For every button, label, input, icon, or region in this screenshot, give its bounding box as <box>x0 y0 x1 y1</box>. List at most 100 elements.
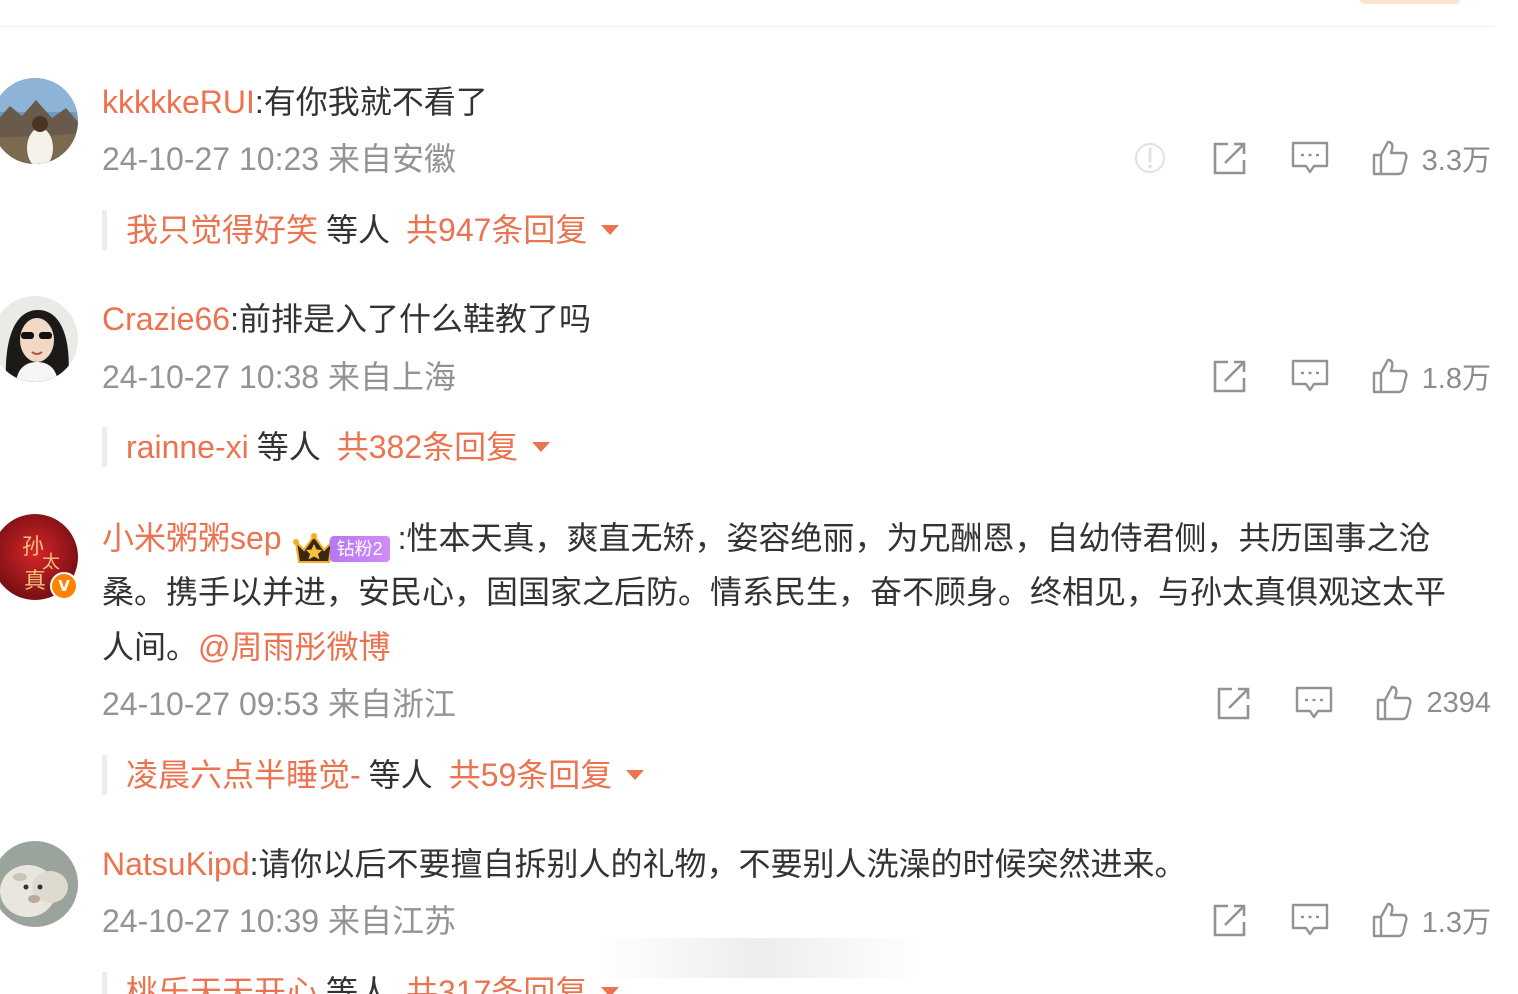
comment-button[interactable] <box>1290 900 1330 940</box>
comment-list-page: kkkkkeRUI:有你我就不看了 24-10-27 10:23 来自安徽 3.… <box>0 0 1518 994</box>
reply-users[interactable]: 我只觉得好笑 <box>126 212 318 248</box>
like-count: 3.3万 <box>1421 145 1491 177</box>
comment-icon <box>1291 141 1328 174</box>
reply-users[interactable]: 凌晨六点半睡觉- <box>126 757 361 793</box>
vip-badge[interactable]: 钻粉2 <box>292 520 390 564</box>
comment-body: kkkkkeRUI:有你我就不看了 <box>102 75 1488 129</box>
timestamp: 24-10-27 09:53 <box>102 686 320 722</box>
verified-badge-icon: V <box>50 572 78 600</box>
caret-down-icon[interactable] <box>601 224 620 235</box>
location: 来自上海 <box>327 359 456 395</box>
reply-total[interactable]: 共947条回复 <box>406 212 587 248</box>
comment-text-line3: 人间。 <box>102 629 199 665</box>
location: 来自浙江 <box>327 686 456 722</box>
comment-body: NatsuKipd:请你以后不要擅自拆别人的礼物，不要别人洗澡的时候突然进来。 <box>102 837 1488 891</box>
share-icon <box>1213 904 1245 937</box>
share-button[interactable] <box>1210 900 1250 940</box>
avatar[interactable] <box>0 78 78 164</box>
separator: : <box>230 301 239 337</box>
reply-total[interactable]: 共59条回复 <box>449 757 613 793</box>
username-link[interactable]: 小米粥粥sep <box>102 520 282 556</box>
top-accent-bar <box>1360 0 1460 4</box>
comment-text: 前排是入了什么鞋教了吗 <box>238 301 591 337</box>
location: 来自安徽 <box>327 141 456 177</box>
comment-actions: 1.8万 <box>1210 356 1491 396</box>
like-button[interactable]: 1.3万 <box>1370 899 1491 941</box>
reply-summary[interactable]: 桃乐天天开心 等人 共317条回复 <box>102 972 620 994</box>
avatar[interactable] <box>0 296 78 382</box>
comment-icon <box>1296 686 1333 719</box>
comment-text: 有你我就不看了 <box>263 84 488 120</box>
like-count: 1.8万 <box>1421 363 1491 395</box>
share-icon <box>1213 360 1245 393</box>
like-button[interactable]: 3.3万 <box>1370 137 1491 179</box>
reply-summary[interactable]: rainne-xi 等人 共382条回复 <box>102 427 551 467</box>
comment-body-cont: 人间。@周雨彤微博 <box>102 620 1488 674</box>
separator: : <box>254 84 264 120</box>
watermark-blur <box>600 938 920 978</box>
reply-etc: 等人 <box>256 429 321 465</box>
separator: : <box>249 846 259 882</box>
comment-button[interactable] <box>1290 356 1330 396</box>
caret-down-icon[interactable] <box>601 986 620 994</box>
comment-meta: 24-10-27 09:53 来自浙江 <box>102 684 456 724</box>
caret-down-icon[interactable] <box>532 441 551 452</box>
comment-body: Crazie66:前排是入了什么鞋教了吗 <box>102 292 1488 346</box>
comment-text-line2: 桑。携手以并进，安民心，固国家之后防。情系民生，奋不顾身。终相见，与孙太真俱观这… <box>102 574 1447 610</box>
comment-text-line1: 性本天真，爽直无矫，姿容绝丽，为兄酬恩，自幼侍君侧，共历国事之沧 <box>406 520 1431 556</box>
comment-actions: 2394 <box>1214 683 1491 723</box>
timestamp: 24-10-27 10:23 <box>102 141 320 177</box>
like-button[interactable]: 2394 <box>1374 683 1491 723</box>
comment-button[interactable] <box>1290 138 1330 178</box>
thumbs-up-icon <box>1377 685 1413 721</box>
share-icon <box>1213 142 1245 175</box>
location: 来自江苏 <box>327 903 456 939</box>
reply-total[interactable]: 共382条回复 <box>337 429 518 465</box>
thumbs-up-icon <box>1372 140 1408 176</box>
like-count: 1.3万 <box>1421 907 1491 939</box>
username-link[interactable]: Crazie66 <box>102 301 230 337</box>
comment-icon <box>1291 903 1328 936</box>
comment-button[interactable] <box>1294 683 1334 723</box>
timestamp: 24-10-27 10:39 <box>102 903 320 939</box>
comment-actions: 1.3万 <box>1210 900 1491 940</box>
reply-etc: 等人 <box>368 757 433 793</box>
comment-body-cont: 桑。携手以并进，安民心，固国家之后防。情系民生，奋不顾身。终相见，与孙太真俱观这… <box>102 565 1488 619</box>
thumbs-up-icon <box>1372 902 1408 938</box>
comment-meta: 24-10-27 10:39 来自江苏 <box>102 901 456 941</box>
share-button[interactable] <box>1210 356 1250 396</box>
caret-down-icon[interactable] <box>626 769 645 780</box>
comment-meta: 24-10-27 10:38 来自上海 <box>102 357 456 397</box>
share-button[interactable] <box>1214 683 1254 723</box>
report-icon <box>1134 142 1165 174</box>
reply-summary[interactable]: 凌晨六点半睡觉- 等人 共59条回复 <box>102 755 645 795</box>
mountain-landscape-avatar-icon <box>0 78 78 164</box>
fan-level-tag: 钻粉2 <box>329 536 390 563</box>
comment-actions: 3.3万 <box>1130 138 1491 178</box>
reply-users[interactable]: 桃乐天天开心 <box>126 974 318 994</box>
top-divider <box>0 26 1495 27</box>
avatar-text: 孙 <box>22 535 44 560</box>
comment-body: 小米粥粥sep 钻粉2:性本天真，爽直无矫，姿容绝丽，为兄酬恩，自幼侍君侧，共历国… <box>102 511 1488 565</box>
comment-icon <box>1291 359 1328 392</box>
like-count: 2394 <box>1426 686 1491 719</box>
reply-etc: 等人 <box>326 212 391 248</box>
timestamp: 24-10-27 10:38 <box>102 359 320 395</box>
svg-text:真: 真 <box>24 569 46 594</box>
comment-meta: 24-10-27 10:23 来自安徽 <box>102 139 456 179</box>
avatar[interactable] <box>0 841 78 927</box>
reply-etc: 等人 <box>326 974 391 994</box>
reply-total[interactable]: 共317条回复 <box>406 974 587 994</box>
mention-link[interactable]: @周雨彤微博 <box>198 629 391 665</box>
like-button[interactable]: 1.8万 <box>1370 355 1491 397</box>
report-button[interactable] <box>1130 138 1170 178</box>
username-link[interactable]: kkkkkeRUI <box>102 84 255 120</box>
username-link[interactable]: NatsuKipd <box>102 846 250 882</box>
comment-text: 请你以后不要擅自拆别人的礼物，不要别人洗澡的时候突然进来。 <box>258 846 1187 882</box>
share-button[interactable] <box>1210 138 1250 178</box>
reply-users[interactable]: rainne-xi <box>126 429 249 465</box>
sheep-avatar-icon <box>0 841 78 927</box>
reply-summary[interactable]: 我只觉得好笑 等人 共947条回复 <box>102 210 620 250</box>
share-icon <box>1218 687 1250 720</box>
separator: : <box>397 520 407 556</box>
